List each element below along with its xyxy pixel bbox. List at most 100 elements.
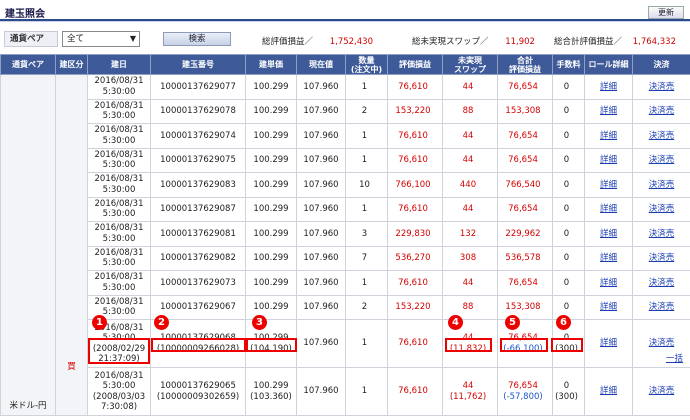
swap-cell: 44 (11,762) — [442, 367, 498, 416]
price-cell: 100.299 — [245, 172, 297, 198]
roll-detail-cell[interactable]: 詳細 — [584, 172, 633, 198]
settle-cell[interactable]: 決済売 — [632, 196, 690, 222]
date-cell: 2016/08/31 5:30:00 — [87, 98, 151, 124]
roll-detail-cell[interactable]: 詳細 — [584, 245, 633, 271]
roll-detail-cell-link[interactable]: 詳細 — [600, 155, 617, 165]
position-no-cell: 10000137629083 — [150, 172, 246, 198]
price-cell: 100.299 (103.360) — [245, 367, 297, 416]
fee-cell-text: 0 — [563, 204, 570, 214]
settle-cell-link[interactable]: 決済売 — [649, 180, 675, 190]
total-cell: 536,578 — [497, 245, 553, 271]
roll-detail-cell-link[interactable]: 詳細 — [600, 253, 617, 263]
position-no-cell: 10000137629074 — [150, 123, 246, 149]
settle-cell-link[interactable]: 決済売 — [649, 302, 675, 312]
pl-cell: 153,220 — [387, 98, 443, 124]
swap-cell-text: 44 — [462, 130, 474, 141]
roll-detail-cell[interactable]: 詳細 — [584, 123, 633, 149]
roll-detail-cell[interactable]: 詳細 — [584, 294, 633, 320]
header-divider-light — [0, 21, 690, 22]
date-cell-text: 5:30:00 — [102, 86, 136, 97]
filter-bar: 通貨ペア 全て ▼ 検索 総評価損益／ 1,752,430 総未実現スワップ／ 1… — [0, 28, 690, 50]
swap-cell: 88 — [442, 98, 498, 124]
roll-detail-cell-link[interactable]: 詳細 — [600, 106, 617, 116]
roll-detail-cell-link[interactable]: 詳細 — [600, 180, 617, 190]
settle-cell[interactable]: 決済売 — [632, 294, 690, 320]
fee-cell-text: 0 — [563, 302, 570, 312]
roll-detail-cell-link[interactable]: 詳細 — [600, 338, 617, 348]
settle-cell[interactable]: 決済売 — [632, 245, 690, 271]
current-price-cell-text: 107.960 — [303, 155, 339, 165]
date-cell: 2016/08/31 5:30:00 — [87, 123, 151, 149]
column-header-text: 現在値 — [309, 60, 333, 69]
settle-cell[interactable]: 決済売 — [632, 221, 690, 247]
current-price-cell: 107.960 — [296, 74, 346, 100]
column-header-text: 評価損益 — [399, 60, 431, 69]
fee-cell-text: 0 — [563, 179, 570, 190]
settle-cell-link[interactable]: 決済売 — [649, 386, 675, 396]
column-header: 合計 評価損益 — [497, 54, 553, 75]
settle-cell-link[interactable]: 決済売 — [649, 253, 675, 263]
settle-cell-link[interactable]: 決済売 — [649, 82, 675, 92]
roll-detail-cell[interactable]: 詳細 — [584, 98, 633, 124]
settle-cell-link[interactable]: 決済売 — [649, 155, 675, 165]
pl-cell-text: 766,100 — [395, 179, 431, 190]
refresh-button[interactable]: 更新 — [648, 6, 684, 19]
settle-cell-link[interactable]: 決済売 — [649, 338, 675, 348]
column-header-text: 合計 — [517, 55, 533, 65]
date-cell: 2016/08/31 5:30:00 — [87, 221, 151, 247]
settle-cell-link[interactable]: 決済売 — [649, 229, 675, 239]
price-cell-text: 100.299 — [253, 81, 289, 92]
settle-cell[interactable]: 決済売 — [632, 172, 690, 198]
roll-detail-cell-link[interactable]: 詳細 — [600, 204, 617, 214]
total-cell-text: (-57,800) — [503, 391, 543, 402]
price-cell: 100.299 — [245, 245, 297, 271]
qty-cell-text: 1 — [361, 277, 368, 288]
total-cell-text: 76,654 — [508, 130, 538, 141]
current-price-cell: 107.960 — [296, 221, 346, 247]
pl-cell-text: 76,610 — [398, 81, 428, 92]
bulk-settle-link[interactable]: 一括 — [666, 352, 683, 364]
settle-cell-link[interactable]: 決済売 — [649, 106, 675, 116]
summary-value: 11,902 — [505, 37, 535, 47]
pl-cell: 76,610 — [387, 319, 443, 368]
roll-detail-cell-link[interactable]: 詳細 — [600, 302, 617, 312]
qty-cell: 2 — [345, 98, 388, 124]
date-cell-text: 5:30:00 — [102, 381, 136, 391]
date-cell: 2016/08/31 5:30:00 — [87, 270, 151, 296]
roll-detail-cell-link[interactable]: 詳細 — [600, 278, 617, 288]
search-button[interactable]: 検索 — [163, 32, 231, 46]
settle-cell-link[interactable]: 決済売 — [649, 204, 675, 214]
settle-cell-link[interactable]: 決済売 — [649, 278, 675, 288]
roll-detail-cell[interactable]: 詳細 — [584, 319, 633, 368]
position-no-cell-text: 10000137629087 — [160, 204, 236, 214]
settle-cell[interactable]: 決済売 — [632, 367, 690, 416]
roll-detail-cell[interactable]: 詳細 — [584, 270, 633, 296]
settle-cell-link[interactable]: 決済売 — [649, 131, 675, 141]
roll-detail-cell-link[interactable]: 詳細 — [600, 131, 617, 141]
column-header-text: (注文中) — [350, 64, 383, 74]
fee-cell: 0 — [552, 172, 585, 198]
column-header: ロール詳細 — [584, 54, 633, 75]
roll-detail-cell[interactable]: 詳細 — [584, 147, 633, 173]
roll-detail-cell[interactable]: 詳細 — [584, 221, 633, 247]
pair-select[interactable]: 全て ▼ — [62, 31, 140, 47]
price-cell: 100.299 — [245, 294, 297, 320]
settle-cell[interactable]: 決済売 — [632, 147, 690, 173]
settle-cell[interactable]: 決済売 — [632, 270, 690, 296]
roll-detail-cell-link[interactable]: 詳細 — [600, 386, 617, 396]
roll-detail-cell-link[interactable]: 詳細 — [600, 82, 617, 92]
roll-detail-cell[interactable]: 詳細 — [584, 74, 633, 100]
settle-cell[interactable]: 決済売 — [632, 98, 690, 124]
current-price-cell: 107.960 — [296, 147, 346, 173]
column-header: 建単価 — [245, 54, 297, 75]
pl-cell-text: 76,610 — [398, 155, 428, 165]
roll-detail-cell-link[interactable]: 詳細 — [600, 229, 617, 239]
settle-cell[interactable]: 決済売 — [632, 74, 690, 100]
roll-detail-cell[interactable]: 詳細 — [584, 196, 633, 222]
roll-detail-cell[interactable]: 詳細 — [584, 367, 633, 416]
swap-cell: 44 — [442, 270, 498, 296]
current-price-cell-text: 107.960 — [303, 106, 339, 116]
price-cell: 100.299 — [245, 196, 297, 222]
qty-cell: 2 — [345, 294, 388, 320]
settle-cell[interactable]: 決済売 — [632, 123, 690, 149]
